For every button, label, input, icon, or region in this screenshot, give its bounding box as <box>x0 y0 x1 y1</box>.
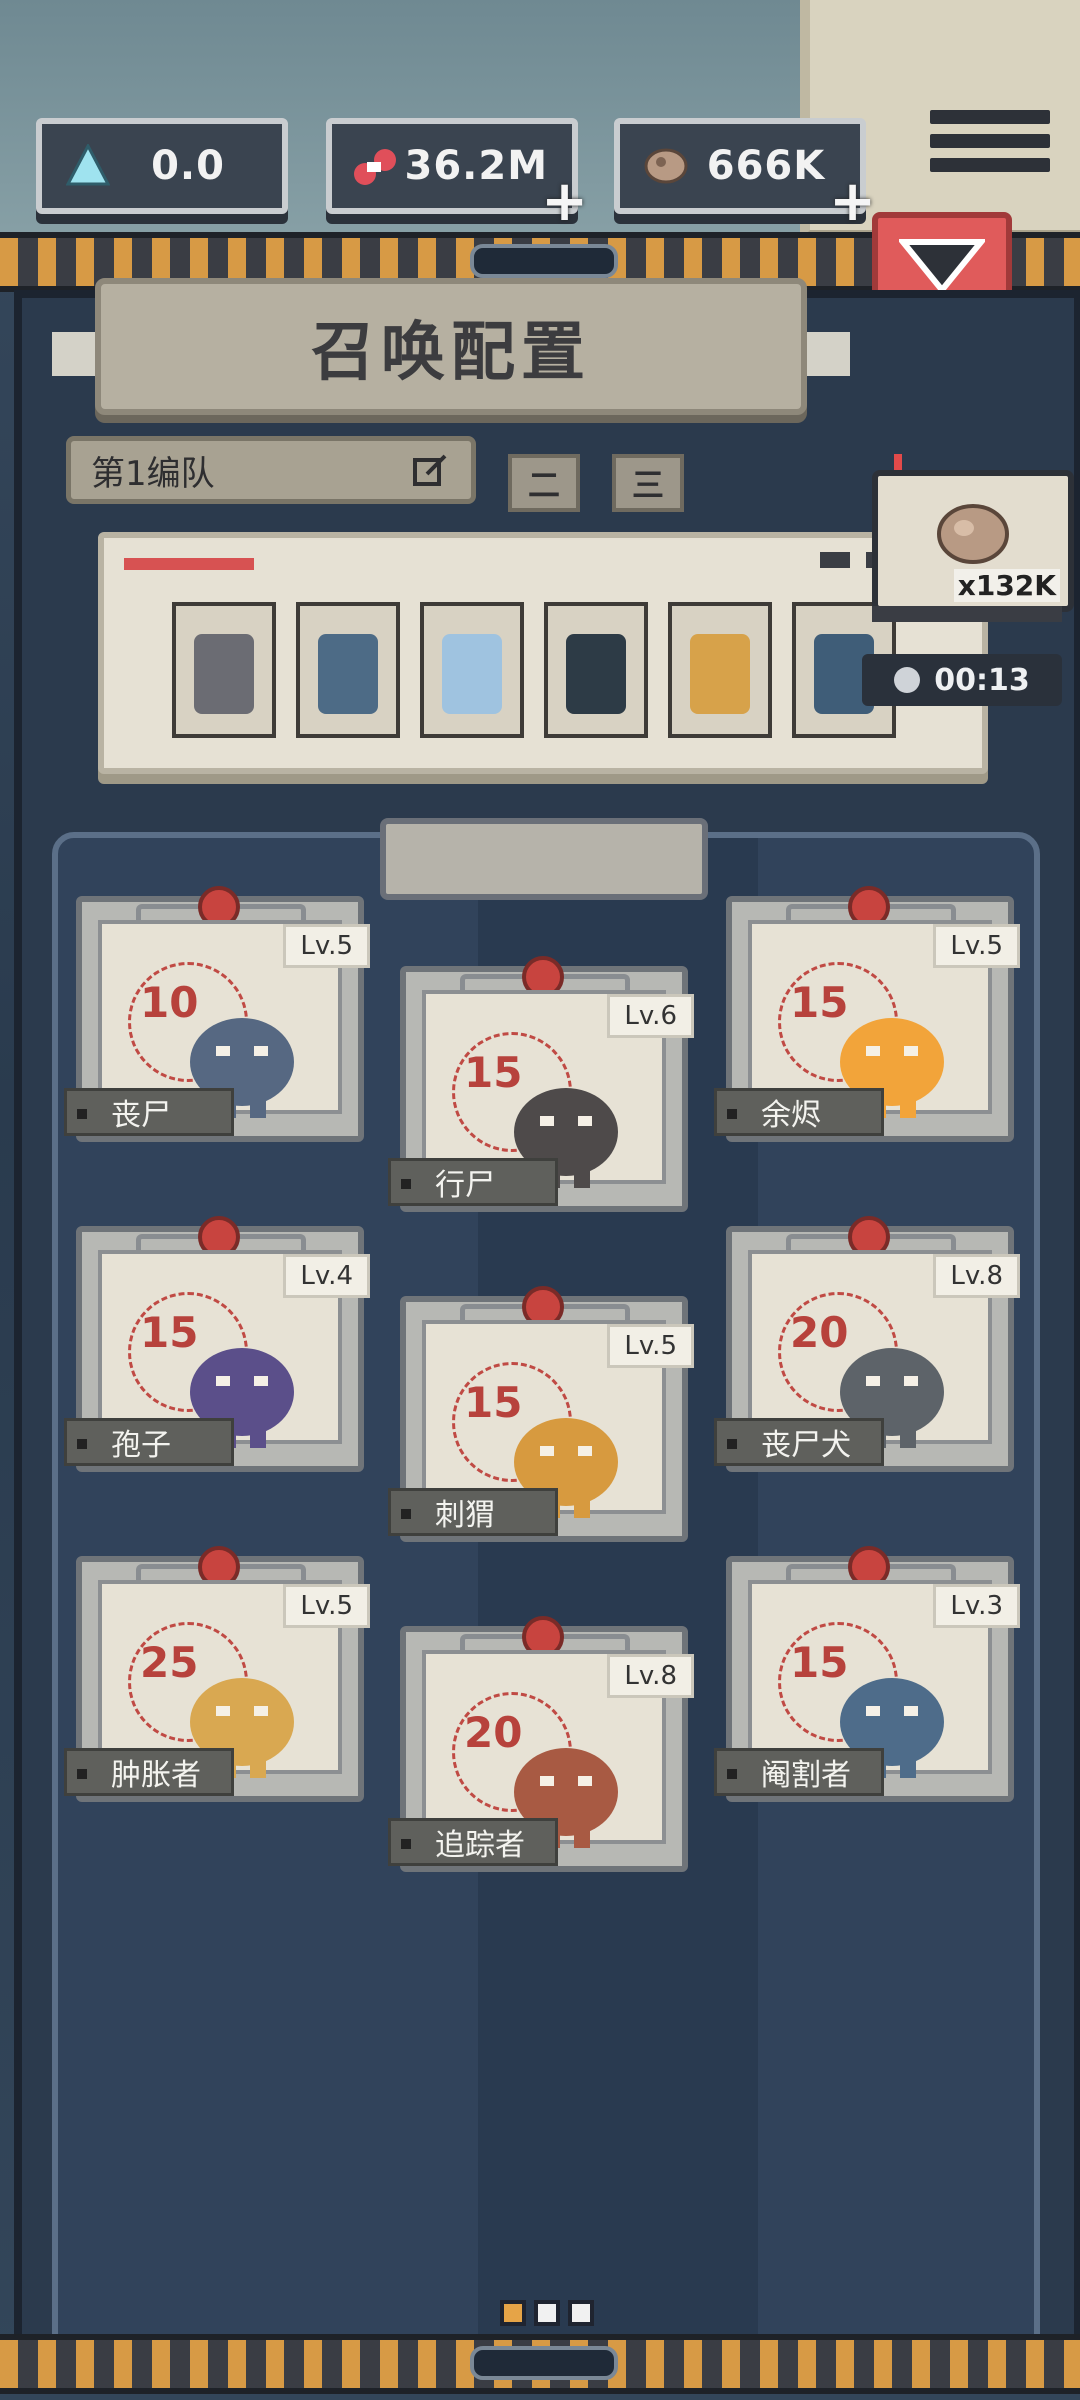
edit-icon[interactable] <box>411 450 451 490</box>
unit-cost: 10 <box>140 978 199 1027</box>
unit-list-tab[interactable] <box>380 818 708 900</box>
page-title-plate: 召唤配置 <box>95 278 807 415</box>
unit-level: Lv.6 <box>607 994 694 1038</box>
unit-level: Lv.4 <box>283 1254 370 1298</box>
team-label: 第1编队 <box>91 453 215 494</box>
add-flesh-button[interactable]: + <box>541 174 588 230</box>
currency-flesh[interactable]: 36.2M + <box>326 118 588 230</box>
unit-level: Lv.5 <box>283 924 370 968</box>
chest-base <box>872 606 1062 622</box>
squad-slot[interactable] <box>544 602 648 738</box>
team-selector[interactable]: 第1编队 <box>66 436 476 504</box>
page-indicator <box>500 2300 594 2326</box>
unit-cost: 15 <box>464 1048 523 1097</box>
add-ore-button[interactable]: + <box>829 174 876 230</box>
squad-slot[interactable] <box>296 602 400 738</box>
unit-cost: 20 <box>790 1308 849 1357</box>
unit-card[interactable]: 20 Lv.8 追踪者 <box>388 1616 694 1872</box>
currency-crystal[interactable]: 0.0 <box>36 118 288 214</box>
ore-icon <box>636 141 696 191</box>
squad-board-accent <box>124 558 254 570</box>
currency-value: 0.0 <box>151 143 225 189</box>
unit-level: Lv.5 <box>933 924 1020 968</box>
squad-slot[interactable] <box>172 602 276 738</box>
unit-cost: 20 <box>464 1708 523 1757</box>
unit-name: 阉割者 <box>714 1748 884 1796</box>
unit-name: 丧尸 <box>64 1088 234 1136</box>
unit-name: 肿胀者 <box>64 1748 234 1796</box>
clock-icon <box>894 667 921 693</box>
unit-card[interactable]: 15 Lv.3 阉割者 <box>714 1546 1020 1802</box>
unit-name: 追踪者 <box>388 1818 558 1866</box>
unit-card[interactable]: 20 Lv.8 丧尸犬 <box>714 1216 1020 1472</box>
team-tab-3[interactable]: 三 <box>612 454 684 512</box>
squad-slot[interactable] <box>420 602 524 738</box>
team-tab-2[interactable]: 二 <box>508 454 580 512</box>
triangle-down-icon <box>899 239 985 294</box>
shadow-icon <box>566 634 626 714</box>
unit-name: 刺猬 <box>388 1488 558 1536</box>
unit-name: 行尸 <box>388 1158 558 1206</box>
timer-value: 00:13 <box>934 662 1030 698</box>
ore-icon <box>937 504 1009 564</box>
page-dot[interactable] <box>534 2300 560 2326</box>
hedgehog-icon <box>690 634 750 714</box>
walker-icon <box>318 634 378 714</box>
unit-card[interactable]: 25 Lv.5 肿胀者 <box>64 1546 370 1802</box>
dog-zombie-icon <box>194 634 254 714</box>
flesh-icon <box>348 141 405 191</box>
crystal-icon <box>58 141 118 191</box>
page-dot[interactable] <box>568 2300 594 2326</box>
unit-name: 孢子 <box>64 1418 234 1466</box>
panel-handle-bottom[interactable] <box>470 2346 618 2380</box>
squad-slot[interactable] <box>668 602 772 738</box>
unit-card[interactable]: 15 Lv.5 刺猬 <box>388 1286 694 1542</box>
unit-card[interactable]: 15 Lv.4 孢子 <box>64 1216 370 1472</box>
unit-level: Lv.3 <box>933 1584 1020 1628</box>
unit-cost: 15 <box>790 1638 849 1687</box>
chest-timer: 00:13 <box>862 654 1062 706</box>
page-title: 召唤配置 <box>311 315 591 390</box>
unit-cost: 15 <box>464 1378 523 1427</box>
hamburger-menu-icon[interactable] <box>930 100 1050 190</box>
unit-cost: 15 <box>140 1308 199 1357</box>
unit-level: Lv.8 <box>607 1654 694 1698</box>
spirit-icon <box>442 634 502 714</box>
page-dot[interactable] <box>500 2300 526 2326</box>
unit-cost: 15 <box>790 978 849 1027</box>
unit-card[interactable]: 10 Lv.5 丧尸 <box>64 886 370 1142</box>
unit-cost: 25 <box>140 1638 199 1687</box>
unit-level: Lv.5 <box>283 1584 370 1628</box>
unit-name: 丧尸犬 <box>714 1418 884 1466</box>
reward-chest[interactable]: x132K <box>872 470 1074 612</box>
panel-handle[interactable] <box>470 244 618 278</box>
chest-count: x132K <box>953 569 1060 602</box>
unit-level: Lv.8 <box>933 1254 1020 1298</box>
unit-level: Lv.5 <box>607 1324 694 1368</box>
unit-card[interactable]: 15 Lv.5 余烬 <box>714 886 1020 1142</box>
unit-card[interactable]: 15 Lv.6 行尸 <box>388 956 694 1212</box>
unit-name: 余烬 <box>714 1088 884 1136</box>
currency-ore[interactable]: 666K + <box>614 118 876 230</box>
